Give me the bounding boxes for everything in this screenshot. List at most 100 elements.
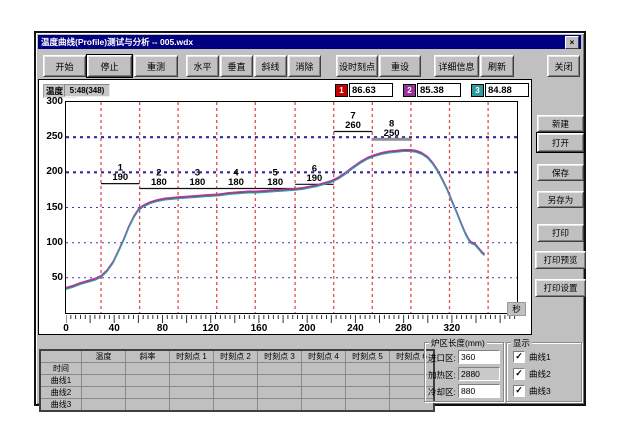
vertical-line-button[interactable]: 垂直 bbox=[220, 55, 253, 77]
zone-temp-label: 180 bbox=[189, 177, 205, 188]
set-time-points-button[interactable]: 设时刻点 bbox=[336, 55, 378, 77]
curve3-legend-icon: 3 bbox=[471, 84, 484, 97]
table-cell bbox=[346, 375, 390, 387]
table-cell bbox=[126, 387, 170, 399]
retest-button[interactable]: 重测 bbox=[134, 55, 178, 77]
open-button[interactable]: 打开 bbox=[537, 133, 584, 152]
table-col-header: 时刻点 3 bbox=[258, 350, 302, 363]
table-col-header: 时刻点 2 bbox=[214, 350, 258, 363]
start-button[interactable]: 开始 bbox=[43, 55, 86, 77]
table-col-header: 时刻点 5 bbox=[346, 350, 390, 363]
print-setup-button[interactable]: 打印设置 bbox=[535, 279, 586, 297]
zone-temp-label: 180 bbox=[267, 177, 283, 188]
curve1-checkbox[interactable]: ✓ bbox=[513, 351, 525, 363]
results-table: 温度斜率时刻点 1时刻点 2时刻点 3时刻点 4时刻点 5时刻点 6时间曲线1曲… bbox=[39, 349, 435, 412]
heating-zone-label: 加热区: bbox=[428, 369, 456, 381]
window-title: 温度曲线(Profile)测试与分析 -- 005.wdx bbox=[41, 36, 193, 48]
close-icon[interactable]: × bbox=[565, 36, 579, 49]
curve1-temp-readout: 86.63 bbox=[349, 83, 393, 97]
curve2-checkbox[interactable]: ✓ bbox=[513, 368, 525, 380]
x-axis-unit: 秒 bbox=[507, 302, 526, 316]
table-cell bbox=[258, 387, 302, 399]
table-cell bbox=[258, 363, 302, 375]
heating-zone-input[interactable]: 2880 bbox=[458, 367, 500, 381]
table-cell bbox=[302, 363, 346, 375]
curve2-checkbox-label: 曲线2 bbox=[529, 368, 551, 380]
curve1-checkbox-label: 曲线1 bbox=[529, 351, 551, 363]
x-axis-ticks bbox=[66, 315, 519, 323]
x-tick-label: 160 bbox=[246, 323, 272, 334]
table-cell bbox=[346, 363, 390, 375]
elapsed-time-readout: 5:48(348) bbox=[64, 84, 110, 97]
table-row: 曲线3 bbox=[40, 399, 434, 412]
inlet-zone-input[interactable]: 360 bbox=[458, 350, 500, 364]
title-bar[interactable]: 温度曲线(Profile)测试与分析 -- 005.wdx × bbox=[38, 35, 581, 49]
table-cell bbox=[214, 387, 258, 399]
table-cell bbox=[82, 387, 126, 399]
cooling-zone-input[interactable]: 880 bbox=[458, 384, 500, 398]
clear-lines-button[interactable]: 消除 bbox=[288, 55, 321, 77]
curve3-checkbox[interactable]: ✓ bbox=[513, 385, 525, 397]
table-cell bbox=[214, 399, 258, 412]
oven-group-title: 炉区长度(mm) bbox=[429, 337, 487, 349]
zone-temp-label: 250 bbox=[384, 128, 400, 139]
curve3-temp-readout: 84.88 bbox=[485, 83, 529, 97]
desktop: 温度曲线(Profile)测试与分析 -- 005.wdx × 开始 停止 重测… bbox=[0, 0, 621, 438]
y-tick-label: 200 bbox=[41, 166, 63, 177]
horizontal-line-button[interactable]: 水平 bbox=[186, 55, 219, 77]
stop-button[interactable]: 停止 bbox=[87, 55, 132, 77]
y-tick-label: 250 bbox=[41, 131, 63, 142]
display-group: 显示 ✓ 曲线1 ✓ 曲线2 ✓ 曲线3 bbox=[506, 342, 582, 402]
table-col-header: 时刻点 4 bbox=[302, 350, 346, 363]
table-cell bbox=[82, 399, 126, 412]
save-button[interactable]: 保存 bbox=[537, 164, 584, 181]
zone-temp-label: 190 bbox=[112, 172, 128, 183]
table-cell bbox=[258, 399, 302, 412]
x-tick-label: 120 bbox=[198, 323, 224, 334]
table-row-header: 时间 bbox=[40, 363, 82, 375]
inlet-zone-label: 进口区: bbox=[428, 352, 456, 364]
table-cell bbox=[126, 399, 170, 412]
zone-temp-label: 190 bbox=[306, 173, 322, 184]
table-row: 时间 bbox=[40, 363, 434, 375]
x-tick-label: 320 bbox=[439, 323, 465, 334]
slope-line-button[interactable]: 斜线 bbox=[254, 55, 287, 77]
details-button[interactable]: 详细信息 bbox=[434, 55, 479, 77]
x-tick-label: 200 bbox=[294, 323, 320, 334]
x-tick-label: 40 bbox=[101, 323, 127, 334]
temperature-curves: 11902180318041805180619072608250 bbox=[66, 102, 517, 313]
table-row: 曲线1 bbox=[40, 375, 434, 387]
table-row-header: 曲线2 bbox=[40, 387, 82, 399]
close-button[interactable]: 关闭 bbox=[547, 55, 580, 77]
y-tick-label: 300 bbox=[41, 96, 63, 107]
table-cell bbox=[126, 363, 170, 375]
table-col-header: 斜率 bbox=[126, 350, 170, 363]
table-cell bbox=[302, 375, 346, 387]
reset-button[interactable]: 重设 bbox=[379, 55, 421, 77]
curve2-checkbox-row: ✓ 曲线2 bbox=[513, 368, 551, 380]
print-preview-button[interactable]: 打印预览 bbox=[535, 251, 586, 269]
table-corner-cell bbox=[40, 350, 82, 363]
table-cell bbox=[302, 387, 346, 399]
refresh-button[interactable]: 刷新 bbox=[480, 55, 514, 77]
curve1-legend-icon: 1 bbox=[335, 84, 348, 97]
profile-plot[interactable]: 11902180318041805180619072608250 bbox=[65, 101, 518, 314]
table-row-header: 曲线1 bbox=[40, 375, 82, 387]
curve1-checkbox-row: ✓ 曲线1 bbox=[513, 351, 551, 363]
x-tick-label: 0 bbox=[53, 323, 79, 334]
cooling-zone-label: 冷却区: bbox=[428, 386, 456, 398]
table-row-header: 曲线3 bbox=[40, 399, 82, 412]
table-cell bbox=[258, 375, 302, 387]
print-button[interactable]: 打印 bbox=[537, 224, 584, 242]
table-cell bbox=[346, 387, 390, 399]
new-button[interactable]: 新建 bbox=[537, 115, 584, 132]
table-cell bbox=[170, 375, 214, 387]
display-group-title: 显示 bbox=[511, 337, 532, 349]
save-as-button[interactable]: 另存为 bbox=[537, 191, 584, 208]
x-tick-label: 80 bbox=[149, 323, 175, 334]
table-cell bbox=[214, 375, 258, 387]
y-tick-label: 100 bbox=[41, 237, 63, 248]
table-cell bbox=[126, 375, 170, 387]
table-cell bbox=[170, 399, 214, 412]
table-cell bbox=[346, 399, 390, 412]
